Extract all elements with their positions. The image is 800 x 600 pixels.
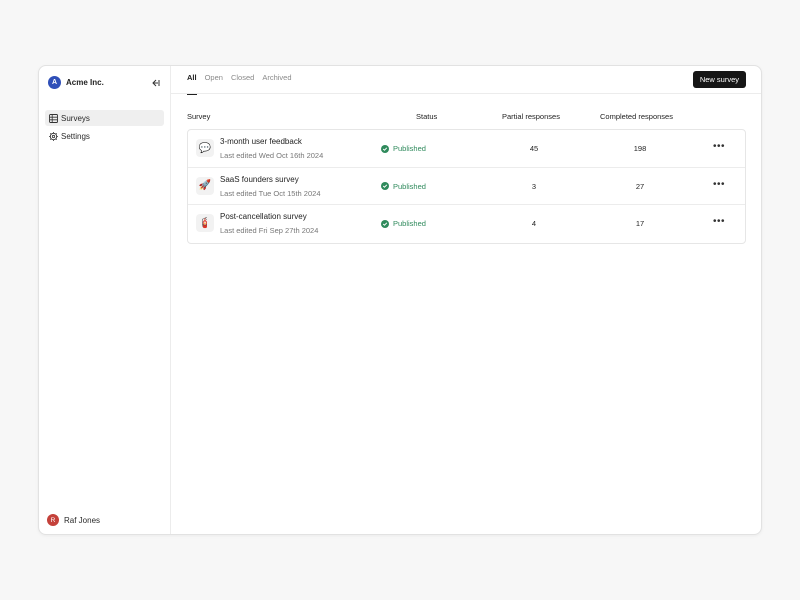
check-circle-icon [381, 219, 389, 228]
status-badge: Published [381, 219, 426, 228]
sidebar-nav: Surveys Settings [45, 110, 164, 146]
survey-name[interactable]: 3-month user feedback [220, 137, 302, 146]
completed-responses: 198 [633, 144, 647, 153]
more-options-icon[interactable]: ••• [713, 217, 725, 227]
check-circle-icon [381, 144, 389, 153]
more-options-icon[interactable]: ••• [713, 142, 725, 152]
status-badge: Published [381, 182, 426, 191]
sidebar-item-label: Surveys [61, 113, 90, 123]
status-badge: Published [381, 144, 426, 153]
user-avatar: R [47, 514, 59, 526]
user-name: Raf Jones [64, 515, 101, 525]
main-content: All Open Closed Archived New survey Surv… [171, 66, 761, 534]
collapse-sidebar-icon[interactable] [149, 78, 161, 88]
tab-open[interactable]: Open [205, 66, 223, 94]
org-avatar: A [48, 76, 61, 89]
tab-bar: All Open Closed Archived New survey [171, 66, 761, 95]
survey-tabs: All Open Closed Archived [187, 66, 300, 95]
sidebar-item-label: Settings [61, 131, 90, 141]
survey-last-edited: Last edited Fri Sep 27th 2024 [220, 226, 319, 236]
status-label: Published [393, 144, 426, 153]
rocket-icon: 🚀 [196, 176, 214, 195]
column-header-partial[interactable]: Partial responses [502, 112, 560, 121]
completed-responses: 27 [635, 181, 645, 191]
speech-bubble-icon: 💬 [196, 139, 214, 157]
partial-responses: 3 [531, 181, 537, 191]
status-label: Published [393, 181, 426, 191]
survey-table: 💬 3-month user feedback Last edited Wed … [187, 129, 746, 244]
table-row[interactable]: 💬 3-month user feedback Last edited Wed … [188, 130, 745, 168]
table-row[interactable]: 🚀 SaaS founders survey Last edited Tue O… [188, 168, 745, 206]
user-menu[interactable]: R Raf Jones [47, 514, 100, 526]
table-icon [49, 113, 58, 123]
sidebar-item-settings[interactable]: Settings [45, 128, 164, 144]
table-row[interactable]: 🧯 Post-cancellation survey Last edited F… [188, 205, 745, 243]
fire-extinguisher-icon: 🧯 [196, 214, 214, 233]
sidebar: A Acme Inc. Surveys Settings R Raf Jones [39, 66, 171, 534]
partial-responses: 4 [531, 219, 537, 229]
app-window: A Acme Inc. Surveys Settings R Raf Jones [38, 65, 762, 535]
completed-responses: 17 [635, 219, 645, 229]
survey-last-edited: Last edited Tue Oct 15th 2024 [220, 188, 321, 198]
tab-all[interactable]: All [187, 66, 197, 95]
more-options-icon[interactable]: ••• [713, 179, 725, 190]
tab-archived[interactable]: Archived [262, 66, 291, 94]
column-header-completed[interactable]: Completed responses [600, 112, 673, 121]
new-survey-button[interactable]: New survey [692, 71, 746, 88]
survey-name[interactable]: Post-cancellation survey [220, 212, 307, 221]
sidebar-item-surveys[interactable]: Surveys [45, 110, 164, 126]
check-circle-icon [381, 182, 389, 191]
partial-responses: 45 [529, 144, 539, 153]
status-label: Published [393, 219, 426, 229]
column-header-status[interactable]: Status [416, 112, 437, 121]
gear-icon [49, 131, 58, 141]
table-header: Survey Status Partial responses Complete… [187, 112, 746, 124]
org-switcher[interactable]: A Acme Inc. [48, 76, 104, 89]
survey-name[interactable]: SaaS founders survey [220, 175, 299, 184]
org-name: Acme Inc. [66, 78, 104, 87]
tab-closed[interactable]: Closed [231, 66, 254, 94]
survey-last-edited: Last edited Wed Oct 16th 2024 [220, 151, 324, 160]
column-header-survey[interactable]: Survey [187, 112, 210, 121]
